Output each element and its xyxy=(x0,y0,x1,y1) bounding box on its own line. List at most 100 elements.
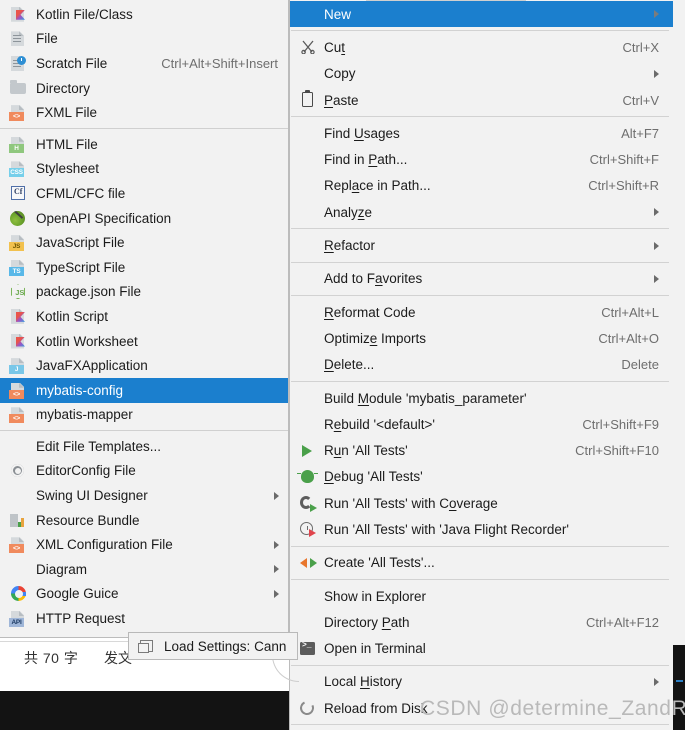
char-count-label: 共 70 字 xyxy=(24,650,79,666)
gear-icon xyxy=(8,462,30,479)
new-submenu-popup[interactable]: Kotlin File/Class File Scratch File Ctrl+Al… xyxy=(0,0,289,638)
context-menu-item-run-all-tests-with-coverage[interactable]: Run 'All Tests' with Coverage xyxy=(290,490,673,516)
no-icon xyxy=(296,151,320,169)
css-file-icon: CSS xyxy=(8,160,30,178)
context-menu-item-refactor[interactable]: Refactor xyxy=(290,232,673,258)
context-menu-item-reformat-code[interactable]: Reformat Code Ctrl+Alt+L xyxy=(290,299,673,325)
new-menu-item-openapi-specification[interactable]: OpenAPI Specification xyxy=(0,206,288,231)
directory-icon xyxy=(8,80,30,97)
menu-item-label: Directory xyxy=(36,80,91,96)
project-context-menu[interactable]: New Cut Ctrl+X Copy Paste Ctrl+V Find Usages Al… xyxy=(289,0,673,730)
context-menu-item-analyze[interactable]: Analyze xyxy=(290,199,673,225)
menu-item-label: Rebuild '<default>' xyxy=(324,416,435,432)
new-menu-item-html-file[interactable]: H HTML File xyxy=(0,132,288,157)
menu-item-label: Run 'All Tests' with 'Java Flight Record… xyxy=(324,521,569,537)
new-menu-item-http-request[interactable]: API HTTP Request xyxy=(0,606,288,631)
context-menu-item-local-history[interactable]: Local History xyxy=(290,669,673,695)
new-menu-item-package-json-file[interactable]: JS package.json File xyxy=(0,280,288,305)
context-menu-item-cut[interactable]: Cut Ctrl+X xyxy=(290,34,673,60)
kotlin-script-icon xyxy=(8,308,30,325)
menu-item-label: Build Module 'mybatis_parameter' xyxy=(324,390,527,406)
menu-item-label: Find in Path... xyxy=(324,152,408,168)
new-menu-item-fxml-file[interactable]: <> FXML File xyxy=(0,100,288,125)
new-menu-item-typescript-file[interactable]: TS TypeScript File xyxy=(0,255,288,280)
submenu-arrow-icon xyxy=(274,491,279,500)
new-menu-item-mybatis-mapper[interactable]: <> mybatis-mapper xyxy=(0,403,288,428)
window-icon xyxy=(136,638,158,654)
menu-separator xyxy=(291,724,669,726)
new-menu-item-directory[interactable]: Directory xyxy=(0,76,288,101)
menu-item-label: JavaScript File xyxy=(36,235,125,251)
new-menu-item-kotlin-script[interactable]: Kotlin Script xyxy=(0,304,288,329)
context-menu-item-paste[interactable]: Paste Ctrl+V xyxy=(290,87,673,113)
jfr-icon xyxy=(296,520,320,538)
context-menu-item-run-all-tests-with-java-flight-recorder[interactable]: Run 'All Tests' with 'Java Flight Record… xyxy=(290,516,673,542)
no-icon xyxy=(296,124,320,142)
new-menu-item-google-guice[interactable]: Google Guice xyxy=(0,582,288,607)
new-menu-item-file[interactable]: File xyxy=(0,27,288,52)
no-icon xyxy=(296,613,320,631)
load-settings-tooltip: Load Settings: Cann xyxy=(128,632,298,660)
new-menu-item-edit-file-templates[interactable]: Edit File Templates... xyxy=(0,434,288,459)
menu-item-label: Run 'All Tests' xyxy=(324,443,408,459)
new-menu-item-kotlin-file-class[interactable]: Kotlin File/Class xyxy=(0,2,288,27)
menu-item-shortcut: Alt+F7 xyxy=(621,125,659,141)
context-menu-item-show-in-explorer[interactable]: Show in Explorer xyxy=(290,583,673,609)
context-menu-item-build-module-mybatis-parameter[interactable]: Build Module 'mybatis_parameter' xyxy=(290,385,673,411)
menu-item-label: Copy xyxy=(324,66,356,82)
no-icon xyxy=(8,487,30,504)
menu-separator xyxy=(291,294,669,296)
menu-item-shortcut: Ctrl+V xyxy=(622,92,659,108)
submenu-arrow-icon xyxy=(654,10,659,19)
context-menu-item-delete[interactable]: Delete... Delete xyxy=(290,352,673,378)
new-menu-item-diagram[interactable]: Diagram xyxy=(0,557,288,582)
new-menu-item-xml-configuration-file[interactable]: <> XML Configuration File xyxy=(0,532,288,557)
context-menu-item-copy[interactable]: Copy xyxy=(290,61,673,87)
new-menu-item-resource-bundle[interactable]: Resource Bundle xyxy=(0,508,288,533)
menu-item-shortcut: Ctrl+Alt+F12 xyxy=(586,614,659,630)
cfml-file-icon: Cf xyxy=(8,185,30,202)
context-menu-item-reload-from-disk[interactable]: Reload from Disk xyxy=(290,695,673,721)
menu-item-shortcut: Ctrl+Shift+F9 xyxy=(582,416,659,432)
new-menu-item-kotlin-worksheet[interactable]: Kotlin Worksheet xyxy=(0,329,288,354)
menu-item-label: HTTP Request xyxy=(36,611,126,627)
new-menu-item-scratch-file[interactable]: Scratch File Ctrl+Alt+Shift+Insert xyxy=(0,51,288,76)
new-menu-item-javafxapplication[interactable]: J JavaFXApplication xyxy=(0,353,288,378)
new-menu-item-mybatis-config[interactable]: <> mybatis-config xyxy=(0,377,288,403)
context-menu-item-debug-all-tests[interactable]: Debug 'All Tests' xyxy=(290,464,673,490)
new-menu-item-javascript-file[interactable]: JS JavaScript File xyxy=(0,230,288,255)
context-menu-item-find-in-path[interactable]: Find in Path... Ctrl+Shift+F xyxy=(290,146,673,172)
new-menu-item-editorconfig-file[interactable]: EditorConfig File xyxy=(0,459,288,484)
resource-bundle-icon xyxy=(8,512,30,529)
menu-item-label: Resource Bundle xyxy=(36,512,140,528)
javafx-file-icon: J xyxy=(8,357,30,375)
xml-file-icon: <> xyxy=(8,536,30,554)
new-menu-item-swing-ui-designer[interactable]: Swing UI Designer xyxy=(0,483,288,508)
context-menu-item-find-usages[interactable]: Find Usages Alt+F7 xyxy=(290,120,673,146)
menu-item-label: EditorConfig File xyxy=(36,463,136,479)
context-menu-item-open-in-terminal[interactable]: Open in Terminal xyxy=(290,636,673,662)
tooltip-label: Load Settings: Cann xyxy=(164,638,287,654)
no-icon xyxy=(296,303,320,321)
menu-item-label: Paste xyxy=(324,92,359,108)
menu-item-label: Optimize Imports xyxy=(324,330,427,346)
menu-item-label: Create 'All Tests'... xyxy=(324,555,435,571)
create-config-icon xyxy=(296,554,320,572)
no-icon xyxy=(296,329,320,347)
context-menu-item-add-to-favorites[interactable]: Add to Favorites xyxy=(290,266,673,292)
context-menu-item-directory-path[interactable]: Directory Path Ctrl+Alt+F12 xyxy=(290,609,673,635)
menu-separator xyxy=(291,545,669,547)
menu-item-label: Cut xyxy=(324,39,346,55)
bottom-dark-band xyxy=(0,691,290,730)
new-menu-item-cfml-cfc-file[interactable]: Cf CFML/CFC file xyxy=(0,181,288,206)
context-menu-item-new[interactable]: New xyxy=(290,1,673,28)
menu-separator xyxy=(291,380,669,382)
context-menu-item-replace-in-path[interactable]: Replace in Path... Ctrl+Shift+R xyxy=(290,173,673,199)
context-menu-item-run-all-tests[interactable]: Run 'All Tests' Ctrl+Shift+F10 xyxy=(290,437,673,463)
new-menu-item-stylesheet[interactable]: CSS Stylesheet xyxy=(0,157,288,182)
context-menu-item-rebuild-default[interactable]: Rebuild '<default>' Ctrl+Shift+F9 xyxy=(290,411,673,437)
context-menu-item-optimize-imports[interactable]: Optimize Imports Ctrl+Alt+O xyxy=(290,325,673,351)
context-menu-item-create-all-tests[interactable]: Create 'All Tests'... xyxy=(290,550,673,576)
menu-item-label: Add to Favorites xyxy=(324,271,423,287)
menu-separator xyxy=(291,228,669,230)
